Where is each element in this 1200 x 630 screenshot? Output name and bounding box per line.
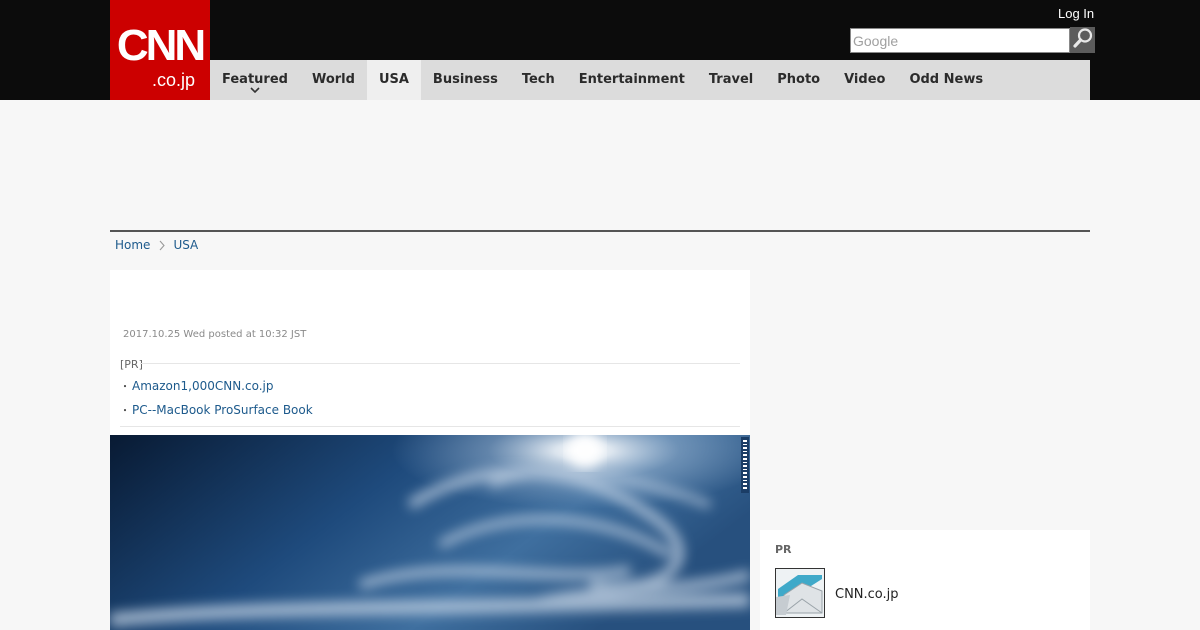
sidebar-pr-link[interactable]: CNN.co.jp <box>835 587 899 602</box>
photo-credit <box>741 437 749 493</box>
magnifier-icon <box>1072 27 1094 53</box>
pr-link-list: ・ Amazon1,000CNN.co.jp ・ PC--MacBook ProSu… <box>120 373 740 423</box>
pr-links-box: [PR] ・ Amazon1,000CNN.co.jp ・ PC--MacBook … <box>120 357 740 427</box>
pr-link-text: Amazon1,000CNN.co.jp <box>132 379 274 393</box>
top-ad-slot <box>110 100 1090 230</box>
breadcrumb-usa[interactable]: USA <box>173 238 198 252</box>
nav-video[interactable]: Video <box>832 60 897 100</box>
nav-entertainment[interactable]: Entertainment <box>567 60 697 100</box>
sidebar-ad-slot <box>760 270 1090 520</box>
main-nav: Featured World USA Business Tech Enterta… <box>210 60 1090 100</box>
pr-link[interactable]: ・ Amazon1,000CNN.co.jp <box>120 375 740 399</box>
search-button[interactable] <box>1070 27 1095 53</box>
article-photo <box>110 435 750 630</box>
login-link[interactable]: Log In <box>1058 6 1094 21</box>
sidebar-pr-box: PR CNN.co.jp <box>760 530 1090 630</box>
nav-photo[interactable]: Photo <box>765 60 832 100</box>
nav-label: Odd News <box>909 72 984 87</box>
pr-link[interactable]: ・ PC--MacBook ProSurface Book <box>120 399 740 423</box>
nav-label: Entertainment <box>578 72 685 87</box>
pr-label: [PR] <box>120 358 143 371</box>
bullet: ・ <box>120 382 130 393</box>
chevron-down-icon <box>210 84 300 96</box>
nav-label: Tech <box>521 72 555 87</box>
bullet: ・ <box>120 406 130 417</box>
sidebar-pr-label: PR <box>775 543 792 556</box>
nav-featured[interactable]: Featured <box>210 60 300 100</box>
chevron-right-icon <box>159 240 166 251</box>
article-card: 2017.10.25 Wed posted at 10:32 JST [PR] … <box>110 270 750 630</box>
nav-label: World <box>311 72 355 87</box>
pr-link-text: PC--MacBook ProSurface Book <box>132 403 313 417</box>
nav-travel[interactable]: Travel <box>697 60 765 100</box>
nav-business[interactable]: Business <box>421 60 510 100</box>
nav-world[interactable]: World <box>300 60 367 100</box>
nav-odd-news[interactable]: Odd News <box>897 60 995 100</box>
nav-tech[interactable]: Tech <box>510 60 567 100</box>
logo-domain: .co.jp <box>152 70 196 90</box>
breadcrumb: Home USA <box>115 238 198 252</box>
nav-label: Travel <box>708 72 754 87</box>
cnn-logo[interactable]: CNN .co.jp <box>110 0 210 100</box>
nav-label: Video <box>844 72 886 87</box>
pr-divider <box>120 426 740 427</box>
breadcrumb-home[interactable]: Home <box>115 238 150 252</box>
pr-divider <box>140 363 740 364</box>
posted-timestamp: 2017.10.25 Wed posted at 10:32 JST <box>123 329 307 340</box>
logo-wordmark: CNN <box>116 21 206 70</box>
nav-label: Business <box>432 72 498 87</box>
nav-label: Photo <box>777 72 821 87</box>
search-input[interactable] <box>850 28 1070 53</box>
sidebar-pr-thumbnail[interactable] <box>775 568 825 618</box>
nav-label: USA <box>378 72 409 87</box>
nav-usa[interactable]: USA <box>366 60 421 100</box>
section-divider <box>110 230 1090 232</box>
